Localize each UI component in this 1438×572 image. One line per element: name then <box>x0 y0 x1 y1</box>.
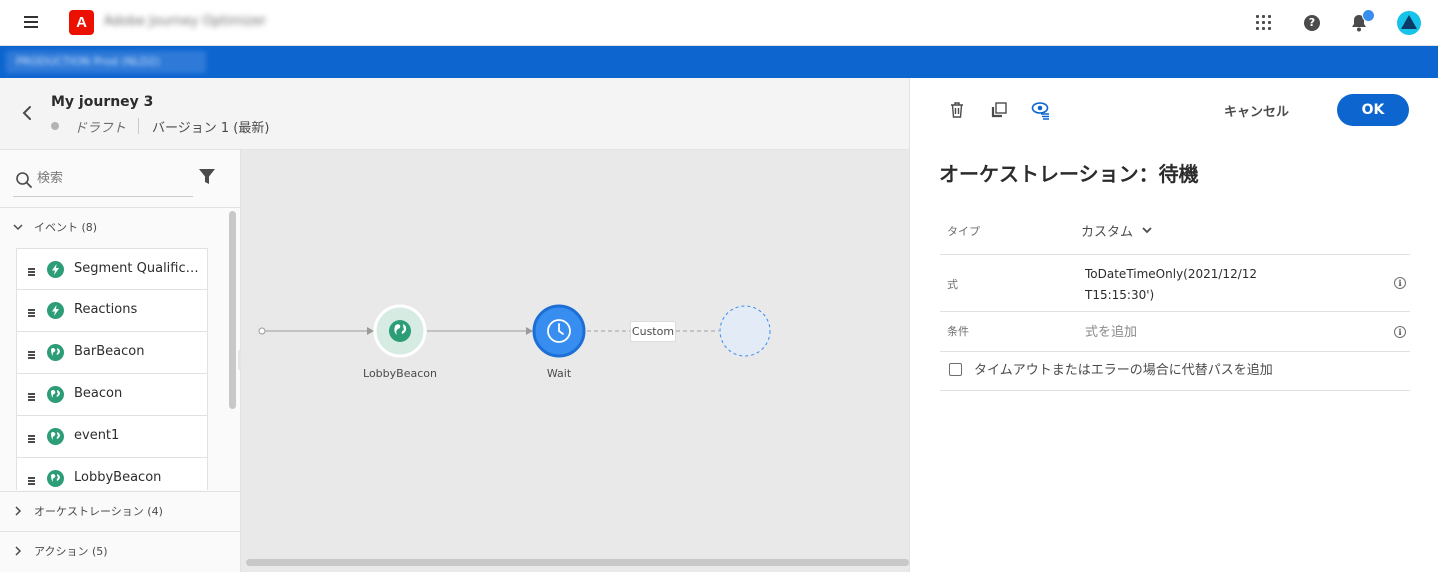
timeout-checkbox-label[interactable]: タイムアウトまたはエラーの場合に代替パスを追加 <box>974 359 1273 378</box>
type-label: タイプ <box>947 225 980 238</box>
path-label[interactable]: Custom <box>630 321 676 342</box>
wait-node[interactable] <box>532 304 586 358</box>
chevron-right-icon <box>15 546 22 556</box>
adobe-logo[interactable]: A <box>69 10 94 35</box>
divider <box>940 311 1410 312</box>
help-icon[interactable]: ? <box>1301 12 1323 34</box>
event-label: BarBeacon <box>74 344 145 359</box>
category-actions[interactable]: アクション (5) <box>0 532 240 570</box>
search-field[interactable] <box>13 163 193 197</box>
arrow-icon <box>526 327 533 335</box>
lightning-icon <box>47 302 64 319</box>
journey-canvas[interactable]: LobbyBeacon Wait Custom <box>241 150 909 572</box>
back-chevron-icon[interactable] <box>20 104 36 122</box>
category-label: オーケストレーション (4) <box>34 505 163 518</box>
divider <box>940 254 1410 255</box>
condition-label: 条件 <box>947 325 969 338</box>
globe-icon <box>47 386 64 403</box>
event-label: Beacon <box>74 386 123 401</box>
properties-panel: キャンセル OK オーケストレーション：待機 タイプ カスタム 式 ToDate… <box>909 78 1438 572</box>
expression-value[interactable]: ToDateTimeOnly(2021/12/12 T15:15:30') <box>1085 264 1285 306</box>
divider <box>940 351 1410 352</box>
journey-status: ドラフト <box>74 121 127 136</box>
list-item[interactable]: Segment Qualificati... <box>16 248 208 290</box>
journey-version: バージョン 1 (最新) <box>152 121 270 136</box>
event-label: LobbyBeacon <box>74 470 162 485</box>
event-label: Reactions <box>74 302 138 317</box>
drag-handle-icon[interactable] <box>28 435 35 444</box>
menu-icon[interactable] <box>24 15 40 29</box>
node-label: Wait <box>546 367 572 380</box>
type-value: カスタム <box>1081 224 1134 240</box>
category-label: アクション (5) <box>34 545 108 558</box>
list-item[interactable]: BarBeacon <box>16 332 208 374</box>
notification-badge <box>1362 9 1375 22</box>
expression-label: 式 <box>947 278 958 291</box>
org-switcher[interactable]: PRODUCTION Prod (NLD2) <box>6 51 206 73</box>
category-label: イベント (8) <box>34 221 98 234</box>
org-bar: PRODUCTION Prod (NLD2) <box>0 46 1438 78</box>
ok-button[interactable]: OK <box>1337 94 1409 126</box>
journey-title: My journey 3 <box>51 94 154 110</box>
drag-handle-icon[interactable] <box>28 309 35 318</box>
drag-handle-icon[interactable] <box>28 477 35 486</box>
avatar[interactable] <box>1397 11 1421 35</box>
event-label: event1 <box>74 428 120 443</box>
chevron-down-icon <box>13 224 23 231</box>
type-dropdown[interactable]: カスタム <box>1081 219 1153 241</box>
search-input[interactable] <box>37 171 187 186</box>
scrollbar[interactable] <box>246 559 909 566</box>
scrollbar[interactable] <box>229 211 236 409</box>
divider <box>940 390 1410 391</box>
duplicate-icon[interactable] <box>989 100 1009 120</box>
search-icon <box>16 172 32 188</box>
category-events[interactable]: イベント (8) <box>0 208 240 246</box>
drag-handle-icon[interactable] <box>28 393 35 402</box>
view-logs-icon[interactable] <box>1031 100 1051 120</box>
info-icon[interactable]: i <box>1394 326 1406 338</box>
list-item[interactable]: LobbyBeacon <box>16 458 208 490</box>
journey-header: My journey 3 ドラフト バージョン 1 (最新) <box>0 78 909 150</box>
status-dot <box>51 122 59 130</box>
app-name: Adobe Journey Optimizer <box>104 14 267 29</box>
globe-icon <box>47 344 64 361</box>
info-icon[interactable]: i <box>1394 277 1406 289</box>
trash-icon[interactable] <box>947 100 967 120</box>
header-divider <box>138 118 139 134</box>
panel-title: オーケストレーション：待機 <box>939 162 1199 186</box>
category-orchestration[interactable]: オーケストレーション (4) <box>0 492 240 530</box>
filter-icon[interactable] <box>199 168 215 190</box>
timeout-checkbox[interactable] <box>949 363 962 376</box>
placeholder-node[interactable] <box>719 305 771 357</box>
drag-handle-icon[interactable] <box>28 351 35 360</box>
lightning-icon <box>47 261 64 278</box>
lobbybeacon-node[interactable] <box>373 304 427 358</box>
condition-input[interactable]: 式を追加 <box>1085 321 1137 340</box>
drag-handle-icon[interactable] <box>28 268 35 277</box>
list-item[interactable]: Reactions <box>16 290 208 332</box>
list-item[interactable]: Beacon <box>16 374 208 416</box>
start-point <box>258 327 266 335</box>
chevron-down-icon <box>1142 227 1152 234</box>
globe-icon <box>47 470 64 487</box>
apps-grid-icon[interactable] <box>1253 12 1275 34</box>
app-header: A Adobe Journey Optimizer ? <box>0 0 1438 46</box>
list-item[interactable]: event1 <box>16 416 208 458</box>
node-label: LobbyBeacon <box>363 367 437 380</box>
canvas-connectors <box>258 304 771 358</box>
event-list: Segment Qualificati... Reactions BarBeac… <box>16 248 208 490</box>
globe-icon <box>47 428 64 445</box>
chevron-right-icon <box>15 506 22 516</box>
event-label: Segment Qualificati... <box>74 261 200 276</box>
arrow-icon <box>367 327 374 335</box>
cancel-button[interactable]: キャンセル <box>1224 98 1289 122</box>
activity-palette: イベント (8) Segment Qualificati... Reaction… <box>0 150 241 572</box>
